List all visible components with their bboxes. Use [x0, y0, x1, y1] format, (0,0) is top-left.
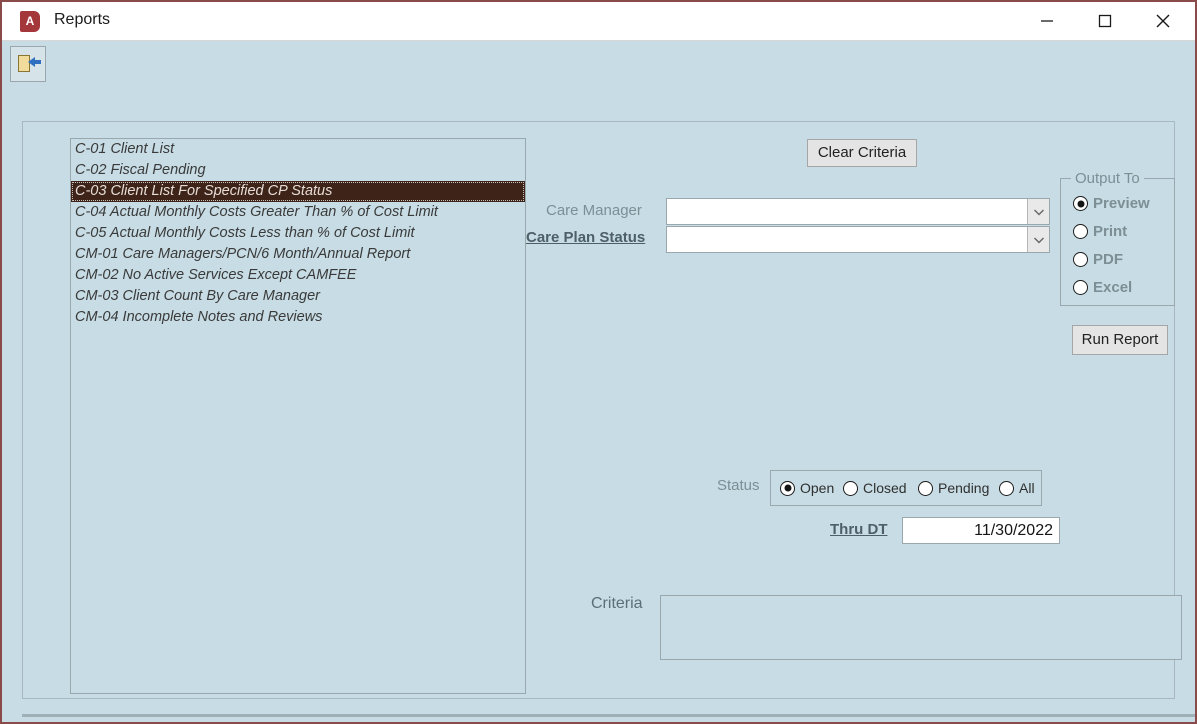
status-group: Open Closed Pending All — [770, 470, 1042, 506]
status-option-open[interactable]: Open — [780, 480, 834, 496]
output-option-preview[interactable]: Preview — [1073, 195, 1150, 212]
radio-indicator[interactable] — [1073, 252, 1088, 267]
access-database-icon: A — [20, 11, 40, 32]
output-to-group: Output To Preview Print PDF Excel — [1060, 170, 1175, 306]
status-option-pending[interactable]: Pending — [918, 480, 989, 496]
list-item[interactable]: C-05 Actual Monthly Costs Less than % of… — [71, 223, 525, 244]
output-option-print[interactable]: Print — [1073, 223, 1127, 240]
output-option-print-label: Print — [1093, 223, 1128, 240]
radio-indicator[interactable] — [1073, 224, 1088, 239]
form-divider — [22, 714, 1195, 717]
radio-indicator[interactable] — [999, 480, 1014, 496]
criteria-textbox[interactable] — [660, 595, 1182, 660]
report-list[interactable]: C-01 Client List C-02 Fiscal Pending C-03 … — [70, 138, 526, 694]
care-manager-combo[interactable] — [666, 198, 1050, 225]
status-option-all-label: All — [1019, 480, 1035, 496]
care-plan-status-combo[interactable] — [666, 226, 1050, 253]
toolbar — [2, 41, 1195, 88]
output-option-pdf-label: PDF — [1093, 251, 1123, 268]
reports-window: A Reports C-01 Client List C-02 Fiscal P… — [0, 0, 1197, 724]
criteria-label: Criteria — [591, 595, 643, 612]
chevron-down-icon[interactable] — [1027, 199, 1049, 224]
close-button[interactable] — [1140, 2, 1186, 39]
minimize-icon — [1041, 19, 1053, 22]
page-title: Reports — [54, 11, 111, 28]
radio-indicator[interactable] — [780, 480, 795, 496]
list-item[interactable]: C-04 Actual Monthly Costs Greater Than %… — [71, 202, 525, 223]
list-item[interactable]: C-02 Fiscal Pending — [71, 160, 525, 181]
status-option-pending-label: Pending — [938, 480, 990, 496]
minimize-button[interactable] — [1024, 2, 1070, 39]
output-option-excel-label: Excel — [1093, 279, 1133, 296]
chevron-down-icon[interactable] — [1027, 227, 1049, 252]
thru-dt-input[interactable]: 11/30/2022 — [902, 517, 1060, 544]
radio-indicator[interactable] — [1073, 280, 1088, 295]
radio-indicator[interactable] — [843, 480, 858, 496]
list-item[interactable]: CM-03 Client Count By Care Manager — [71, 286, 525, 307]
radio-indicator[interactable] — [918, 480, 933, 496]
status-option-closed-label: Closed — [863, 480, 907, 496]
thru-dt-label[interactable]: Thru DT — [830, 521, 888, 538]
clear-criteria-button[interactable]: Clear Criteria — [807, 139, 917, 167]
close-icon — [1156, 14, 1170, 27]
app-icon-letter: A — [20, 11, 40, 32]
output-option-preview-label: Preview — [1093, 195, 1150, 212]
run-report-button[interactable]: Run Report — [1072, 325, 1168, 355]
title-bar: A Reports — [2, 2, 1195, 41]
care-manager-label: Care Manager — [546, 202, 642, 219]
maximize-icon — [1098, 14, 1112, 27]
exit-door-icon[interactable] — [10, 46, 46, 82]
list-item[interactable]: C-03 Client List For Specified CP Status — [71, 181, 525, 202]
care-plan-status-label[interactable]: Care Plan Status — [526, 229, 645, 246]
status-option-open-label: Open — [800, 480, 835, 496]
list-item[interactable]: CM-04 Incomplete Notes and Reviews — [71, 307, 525, 328]
status-label: Status — [717, 477, 760, 494]
status-option-all[interactable]: All — [999, 480, 1035, 496]
maximize-button[interactable] — [1082, 2, 1128, 39]
list-item[interactable]: CM-01 Care Managers/PCN/6 Month/Annual R… — [71, 244, 525, 265]
radio-indicator[interactable] — [1073, 196, 1088, 211]
output-to-caption: Output To — [1071, 170, 1144, 187]
list-item[interactable]: CM-02 No Active Services Except CAMFEE — [71, 265, 525, 286]
list-item[interactable]: C-01 Client List — [71, 139, 525, 160]
output-option-excel[interactable]: Excel — [1073, 279, 1132, 296]
arrow-tail-shape — [34, 60, 41, 64]
status-option-closed[interactable]: Closed — [843, 480, 907, 496]
output-option-pdf[interactable]: PDF — [1073, 251, 1123, 268]
